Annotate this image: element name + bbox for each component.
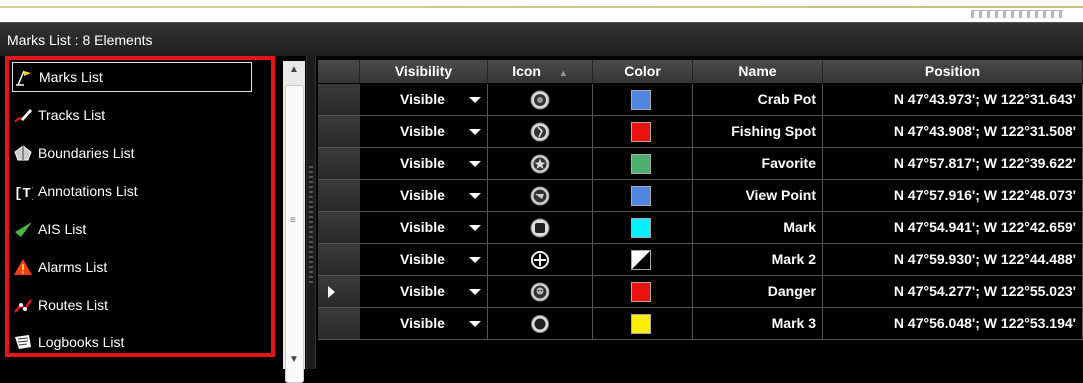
scroll-down-arrow-icon[interactable]: ▼: [283, 351, 305, 369]
chevron-down-icon: [469, 289, 481, 295]
row-header[interactable]: [318, 180, 360, 212]
chevron-down-icon: [469, 321, 481, 327]
mark-position[interactable]: N 47°57.817'; W 122°39.622': [823, 148, 1083, 180]
chevron-down-icon: [469, 97, 481, 103]
mark-name[interactable]: Mark 2: [693, 244, 823, 276]
column-header-position[interactable]: Position: [823, 60, 1083, 83]
star-icon: [530, 154, 550, 174]
mark-position[interactable]: N 47°59.930'; W 122°44.488': [823, 244, 1083, 276]
color-swatch: [631, 154, 651, 174]
crab-pot-icon: [530, 90, 550, 110]
color-cell[interactable]: [593, 308, 693, 340]
row-header[interactable]: [318, 116, 360, 148]
color-swatch: [631, 218, 651, 238]
color-cell[interactable]: [593, 148, 693, 180]
chevron-down-icon: [469, 225, 481, 231]
nav-scrollbar[interactable]: ▲ ≡ ▼: [283, 61, 305, 383]
chevron-down-icon: [469, 193, 481, 199]
scroll-thumb[interactable]: ≡: [285, 85, 304, 383]
color-swatch: [631, 282, 651, 302]
panel-title: Marks List : 8 Elements: [7, 32, 153, 48]
mark-icon-cell[interactable]: [488, 276, 593, 308]
visibility-dropdown[interactable]: Visible: [360, 180, 488, 212]
mark-name[interactable]: Favorite: [693, 148, 823, 180]
color-cell[interactable]: [593, 276, 693, 308]
color-cell[interactable]: [593, 212, 693, 244]
chevron-down-icon: [469, 257, 481, 263]
mark-icon-cell[interactable]: [488, 116, 593, 148]
mark-position[interactable]: N 47°57.916'; W 122°48.073': [823, 180, 1083, 212]
square-mark-icon: [530, 218, 550, 238]
grip-icon: ≡: [290, 215, 296, 226]
skull-danger-icon: [530, 282, 550, 302]
mark-name[interactable]: Mark: [693, 212, 823, 244]
sort-ascending-icon: ▲: [558, 68, 568, 78]
color-cell[interactable]: [593, 84, 693, 116]
color-cell[interactable]: [593, 180, 693, 212]
visibility-dropdown[interactable]: Visible: [360, 244, 488, 276]
column-header-name[interactable]: Name: [693, 60, 823, 83]
color-swatch: [631, 186, 651, 206]
circle-mark-icon: [531, 315, 549, 333]
column-header-visibility[interactable]: Visibility: [360, 60, 488, 83]
scroll-up-arrow-icon[interactable]: ▲: [283, 61, 305, 79]
column-header-icon[interactable]: Icon ▲: [488, 60, 593, 83]
visibility-dropdown[interactable]: Visible: [360, 84, 488, 116]
visibility-dropdown[interactable]: Visible: [360, 308, 488, 340]
chevron-down-icon: [469, 161, 481, 167]
color-cell[interactable]: [593, 244, 693, 276]
mark-position[interactable]: N 47°54.277'; W 122°55.023': [823, 276, 1083, 308]
visibility-dropdown[interactable]: Visible: [360, 212, 488, 244]
crosshair-icon: [531, 251, 549, 269]
mark-icon-cell[interactable]: [488, 308, 593, 340]
color-swatch: [631, 314, 651, 334]
panel-splitter[interactable]: [306, 56, 316, 369]
mark-position[interactable]: N 47°43.973'; W 122°31.643': [823, 84, 1083, 116]
ribbon-grip[interactable]: [971, 10, 1063, 18]
row-header[interactable]: [318, 244, 360, 276]
row-header[interactable]: [318, 308, 360, 340]
mark-name[interactable]: View Point: [693, 180, 823, 212]
mark-icon-cell[interactable]: [488, 212, 593, 244]
color-swatch: [631, 250, 651, 270]
visibility-dropdown[interactable]: Visible: [360, 116, 488, 148]
mark-icon-cell[interactable]: [488, 148, 593, 180]
marks-table: Visibility Icon ▲ Color Name Position Vi…: [318, 60, 1083, 369]
row-header[interactable]: [318, 212, 360, 244]
mark-icon-cell[interactable]: [488, 244, 593, 276]
visibility-dropdown[interactable]: Visible: [360, 148, 488, 180]
color-swatch: [631, 122, 651, 142]
view-point-icon: [530, 186, 550, 206]
color-swatch: [631, 90, 651, 110]
mark-position[interactable]: N 47°54.941'; W 122°42.659': [823, 212, 1083, 244]
row-header-current[interactable]: [318, 276, 360, 308]
mark-icon-cell[interactable]: [488, 180, 593, 212]
color-cell[interactable]: [593, 116, 693, 148]
top-ribbon: [0, 0, 1083, 22]
mark-name[interactable]: Mark 3: [693, 308, 823, 340]
mark-name[interactable]: Danger: [693, 276, 823, 308]
row-header-corner: [318, 60, 360, 83]
column-header-color[interactable]: Color: [593, 60, 693, 83]
mark-name[interactable]: Fishing Spot: [693, 116, 823, 148]
mark-name[interactable]: Crab Pot: [693, 84, 823, 116]
highlight-frame: [5, 56, 275, 357]
row-header[interactable]: [318, 148, 360, 180]
chevron-down-icon: [469, 129, 481, 135]
ribbon-accent-line: [0, 6, 1083, 8]
visibility-dropdown[interactable]: Visible: [360, 276, 488, 308]
row-header[interactable]: [318, 84, 360, 116]
mark-icon-cell[interactable]: [488, 84, 593, 116]
mark-position[interactable]: N 47°56.048'; W 122°53.194': [823, 308, 1083, 340]
fishing-spot-icon: [530, 122, 550, 142]
panel-titlebar: Marks List : 8 Elements: [0, 22, 1083, 56]
mark-position[interactable]: N 47°43.908'; W 122°31.508': [823, 116, 1083, 148]
